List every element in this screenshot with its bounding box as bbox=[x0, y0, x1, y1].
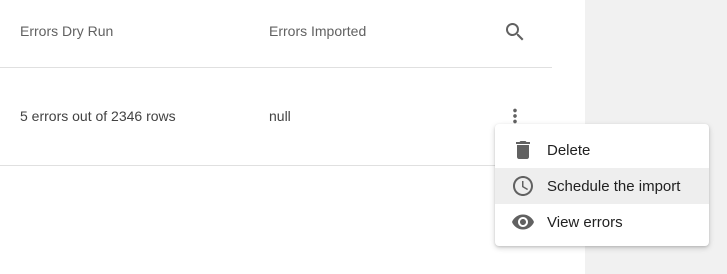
column-header-errors-dry-run: Errors Dry Run bbox=[20, 23, 114, 39]
search-icon[interactable] bbox=[503, 20, 527, 44]
trash-icon bbox=[516, 141, 530, 159]
cell-errors-imported: null bbox=[269, 108, 291, 124]
row-context-menu: Delete Schedule the import View errors bbox=[495, 124, 709, 246]
menu-item-view-errors[interactable]: View errors bbox=[495, 204, 709, 240]
column-header-errors-imported: Errors Imported bbox=[269, 23, 367, 39]
eye-icon bbox=[512, 214, 534, 230]
menu-item-label: Delete bbox=[547, 141, 591, 159]
clock-icon bbox=[513, 176, 533, 196]
cell-errors-dry-run: 5 errors out of 2346 rows bbox=[20, 108, 176, 124]
menu-item-label: Schedule the import bbox=[547, 177, 681, 195]
header-divider bbox=[0, 67, 552, 68]
menu-item-label: View errors bbox=[547, 213, 623, 231]
menu-item-schedule-import[interactable]: Schedule the import bbox=[495, 168, 709, 204]
menu-item-delete[interactable]: Delete bbox=[495, 132, 709, 168]
